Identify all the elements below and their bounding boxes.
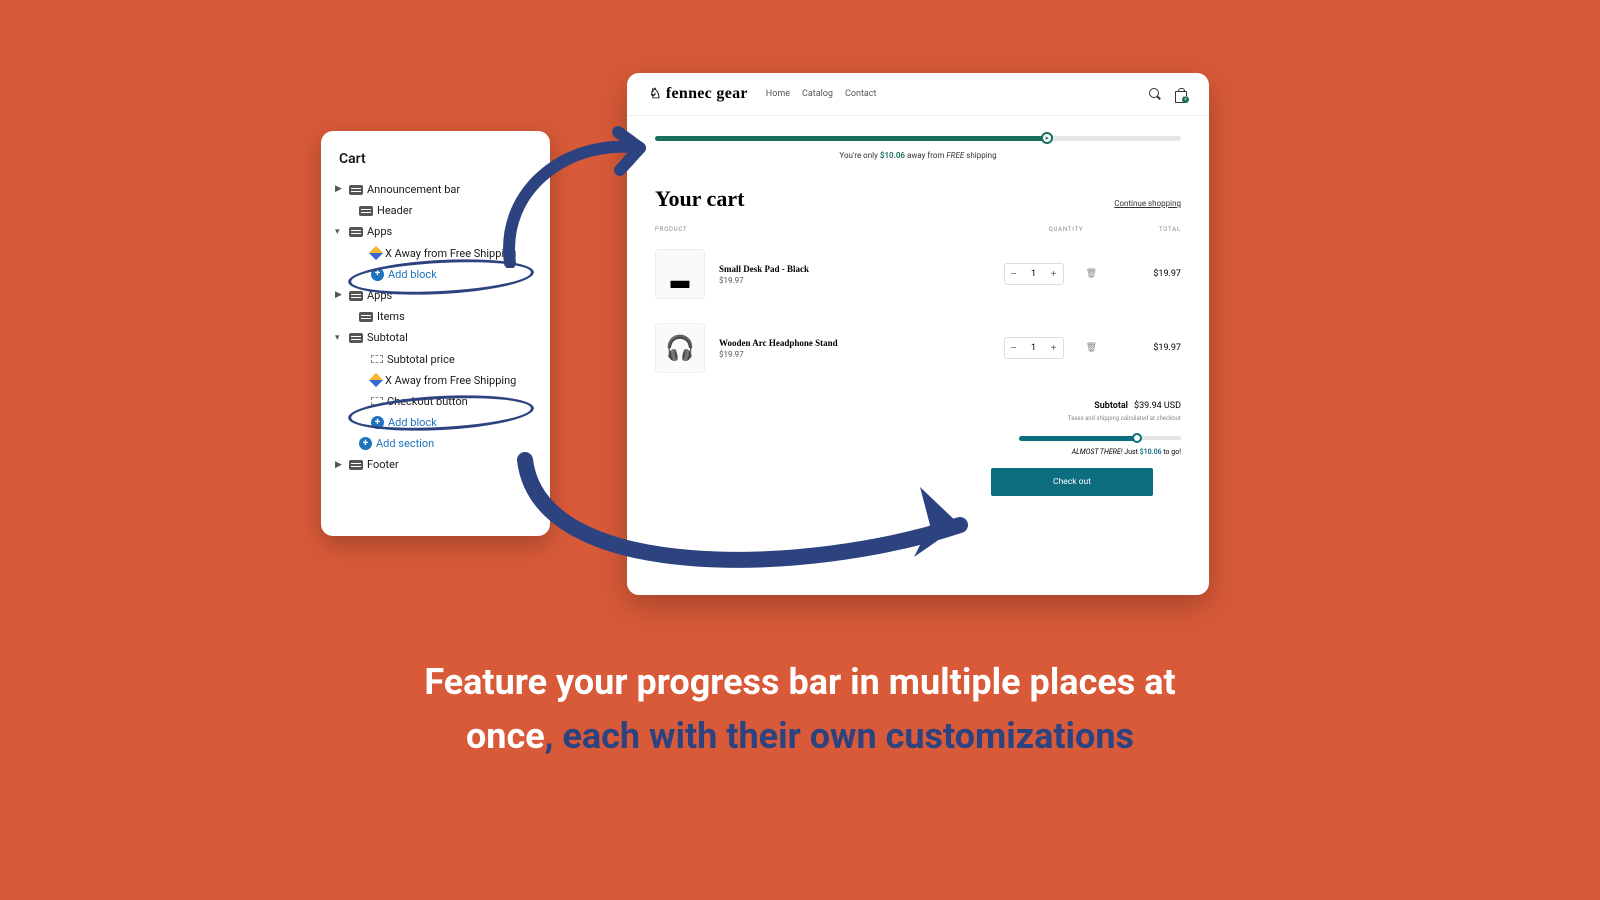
- add-block-1[interactable]: +Add block: [321, 264, 550, 285]
- brand-mark-icon: ♘: [649, 87, 662, 102]
- block-x-away-2[interactable]: X Away from Free Shipping: [321, 370, 550, 391]
- qty-plus[interactable]: +: [1045, 264, 1063, 284]
- app-block-icon: [369, 246, 383, 260]
- product-unit-price: $19.97: [719, 350, 990, 359]
- section-icon: [359, 206, 373, 216]
- qty-value: 1: [1023, 269, 1045, 279]
- quantity-stepper: − 1 +: [1004, 337, 1064, 359]
- block-icon: [371, 355, 383, 363]
- cart-item: 🎧 Wooden Arc Headphone Stand $19.97 − 1 …: [627, 311, 1209, 385]
- add-section[interactable]: +Add section: [321, 433, 550, 454]
- section-icon: [349, 291, 363, 301]
- section-subtotal[interactable]: ▾Subtotal: [321, 327, 550, 348]
- product-title: Small Desk Pad - Black: [719, 264, 990, 274]
- storefront-cart-preview: ♘fennec gear Home Catalog Contact 2 ➤ Yo…: [627, 73, 1209, 595]
- continue-shopping-link[interactable]: Continue shopping: [1114, 199, 1181, 208]
- free-shipping-progress-top: ➤ You're only $10.06 away from FREE ship…: [627, 116, 1209, 168]
- plus-icon: +: [371, 268, 384, 281]
- cart-columns-header: PRODUCT QUANTITY TOTAL: [627, 220, 1209, 237]
- product-image: ▂: [655, 249, 705, 299]
- block-icon: [371, 397, 383, 405]
- section-footer[interactable]: ▶Footer: [321, 454, 550, 475]
- qty-value: 1: [1023, 343, 1045, 353]
- brand-logo[interactable]: ♘fennec gear: [649, 85, 748, 103]
- top-nav: Home Catalog Contact: [766, 89, 877, 99]
- add-block-2[interactable]: +Add block: [321, 412, 550, 433]
- section-apps-2[interactable]: ▶Apps: [321, 285, 550, 306]
- marketing-headline: Feature your progress bar in multiple pl…: [0, 655, 1600, 763]
- section-icon: [359, 312, 373, 322]
- block-subtotal-price[interactable]: Subtotal price: [321, 349, 550, 370]
- section-header[interactable]: Header: [321, 200, 550, 221]
- section-icon: [349, 460, 363, 470]
- free-shipping-progress-bottom: ALMOST THERE! Just $10.06 to go!: [1019, 436, 1181, 456]
- section-icon: [349, 185, 363, 195]
- progress-fill: [655, 136, 1047, 141]
- store-header: ♘fennec gear Home Catalog Contact 2: [627, 73, 1209, 116]
- cart-icon[interactable]: 2: [1175, 88, 1187, 101]
- section-announcement-bar[interactable]: ▶Announcement bar: [321, 179, 550, 200]
- line-total: $19.97: [1111, 343, 1181, 353]
- progress-thumb-icon: [1132, 433, 1142, 443]
- remove-item-icon[interactable]: 🗑: [1086, 343, 1097, 353]
- subtotal-row: Subtotal$39.94 USD: [655, 401, 1181, 411]
- section-icon: [349, 333, 363, 343]
- remove-item-icon[interactable]: 🗑: [1086, 269, 1097, 279]
- product-unit-price: $19.97: [719, 276, 990, 285]
- section-items[interactable]: Items: [321, 306, 550, 327]
- plus-icon: +: [359, 437, 372, 450]
- qty-minus[interactable]: −: [1005, 264, 1023, 284]
- tax-note: Taxes and shipping calculated at checkou…: [655, 415, 1181, 422]
- progress-thumb-icon: ➤: [1041, 132, 1053, 144]
- nav-contact[interactable]: Contact: [845, 89, 876, 99]
- quantity-stepper: − 1 +: [1004, 263, 1064, 285]
- progress-message-top: You're only $10.06 away from FREE shippi…: [655, 151, 1181, 160]
- block-x-away-1[interactable]: X Away from Free Shipping: [321, 243, 550, 264]
- product-image: 🎧: [655, 323, 705, 373]
- theme-editor-sidebar: Cart ▶Announcement bar Header ▾Apps X Aw…: [321, 131, 550, 536]
- qty-plus[interactable]: +: [1045, 338, 1063, 358]
- cart-title: Your cart: [655, 186, 744, 212]
- qty-minus[interactable]: −: [1005, 338, 1023, 358]
- progress-track: ➤: [655, 136, 1181, 141]
- block-checkout-button[interactable]: Checkout button: [321, 391, 550, 412]
- line-total: $19.97: [1111, 269, 1181, 279]
- product-title: Wooden Arc Headphone Stand: [719, 338, 990, 348]
- cart-badge: 2: [1182, 96, 1189, 103]
- app-block-icon: [369, 373, 383, 387]
- plus-icon: +: [371, 416, 384, 429]
- nav-catalog[interactable]: Catalog: [802, 89, 833, 99]
- sidebar-title: Cart: [321, 151, 550, 179]
- section-apps-1[interactable]: ▾Apps: [321, 221, 550, 242]
- nav-home[interactable]: Home: [766, 89, 790, 99]
- section-icon: [349, 227, 363, 237]
- cart-item: ▂ Small Desk Pad - Black $19.97 − 1 + 🗑 …: [627, 237, 1209, 311]
- progress-message-bottom: ALMOST THERE! Just $10.06 to go!: [1019, 448, 1181, 456]
- checkout-button[interactable]: Check out: [991, 468, 1153, 496]
- search-icon[interactable]: [1149, 88, 1161, 100]
